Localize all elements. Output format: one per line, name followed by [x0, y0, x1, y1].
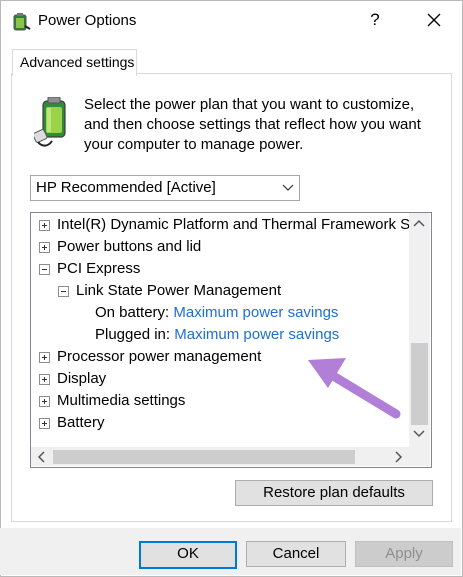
close-icon[interactable] [421, 6, 447, 34]
scroll-left-icon[interactable] [37, 451, 47, 463]
tab-label: Advanced settings [20, 54, 135, 70]
power-plan-dropdown[interactable]: HP Recommended [Active] [30, 175, 300, 201]
expand-icon[interactable] [39, 242, 50, 253]
apply-button: Apply [355, 541, 453, 567]
tree-item-label: Intel(R) Dynamic Platform and Thermal Fr… [57, 216, 419, 233]
scroll-up-icon[interactable] [413, 218, 425, 228]
intro-line: and then choose settings that reflect ho… [84, 116, 421, 133]
tree-item-label: Multimedia settings [57, 392, 186, 409]
on-battery-value-link[interactable]: Maximum power savings [173, 304, 338, 321]
plugged-in-value-link[interactable]: Maximum power savings [174, 326, 339, 343]
title-bar: Power Options ? [1, 1, 462, 41]
setting-label: On battery: [95, 304, 170, 321]
tree-item-label: Power buttons and lid [57, 238, 202, 255]
tree-item-label: Battery [57, 414, 105, 431]
power-options-icon [13, 13, 31, 31]
expand-icon[interactable] [39, 396, 50, 407]
scroll-down-icon[interactable] [413, 429, 425, 439]
intro-line: your computer to manage power. [84, 136, 304, 153]
intro-line: Select the power plan that you want to c… [84, 96, 415, 113]
tree-item-label: PCI Express [57, 260, 141, 277]
vertical-scroll-thumb[interactable] [411, 343, 428, 425]
settings-tree[interactable]: Intel(R) Dynamic Platform and Thermal Fr… [30, 212, 432, 468]
restore-plan-defaults-button[interactable]: Restore plan defaults [235, 480, 433, 506]
expand-icon[interactable] [39, 352, 50, 363]
battery-plug-icon [34, 97, 66, 147]
horizontal-scroll-thumb[interactable] [53, 450, 355, 464]
expand-icon[interactable] [39, 220, 50, 231]
cancel-button[interactable]: Cancel [246, 541, 346, 567]
collapse-icon[interactable] [58, 286, 69, 297]
vertical-scrollbar[interactable] [409, 213, 430, 449]
help-button[interactable]: ? [365, 10, 385, 30]
tab-advanced-settings[interactable]: Advanced settings [12, 49, 137, 76]
tree-item-label: Link State Power Management [76, 282, 282, 299]
horizontal-scrollbar[interactable] [31, 447, 430, 466]
setting-label: Plugged in: [95, 326, 171, 343]
collapse-icon[interactable] [39, 264, 50, 275]
setting-on-battery: On battery: Maximum power savings [95, 302, 338, 324]
intro-text: Select the power plan that you want to c… [84, 95, 424, 155]
tree-item-label: Display [57, 370, 107, 387]
power-plan-value: HP Recommended [Active] [36, 179, 216, 196]
setting-plugged-in: Plugged in: Maximum power savings [95, 324, 339, 346]
ok-button[interactable]: OK [139, 541, 237, 569]
expand-icon[interactable] [39, 374, 50, 385]
expand-icon[interactable] [39, 418, 50, 429]
annotation-arrow-icon [308, 358, 401, 419]
tree-item-label: Processor power management [57, 348, 262, 365]
chevron-down-icon [282, 184, 294, 191]
scroll-right-icon[interactable] [393, 451, 403, 463]
window-title: Power Options [38, 12, 137, 29]
